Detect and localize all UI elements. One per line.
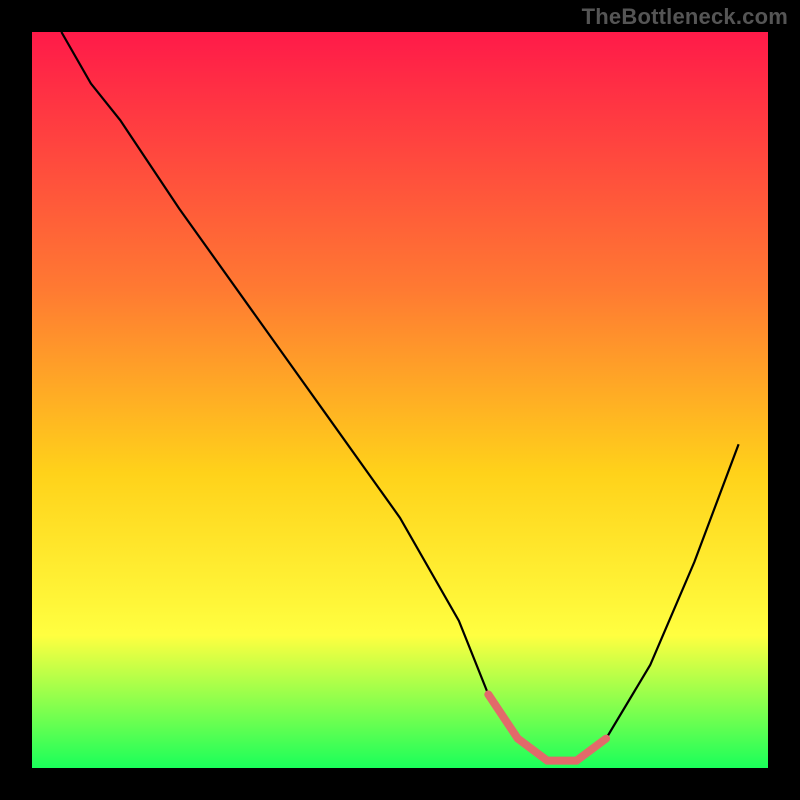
- chart-frame: { "watermark": "TheBottleneck.com", "col…: [0, 0, 800, 800]
- plot-area: [32, 32, 768, 768]
- bottleneck-chart: [0, 0, 800, 800]
- watermark-text: TheBottleneck.com: [582, 4, 788, 30]
